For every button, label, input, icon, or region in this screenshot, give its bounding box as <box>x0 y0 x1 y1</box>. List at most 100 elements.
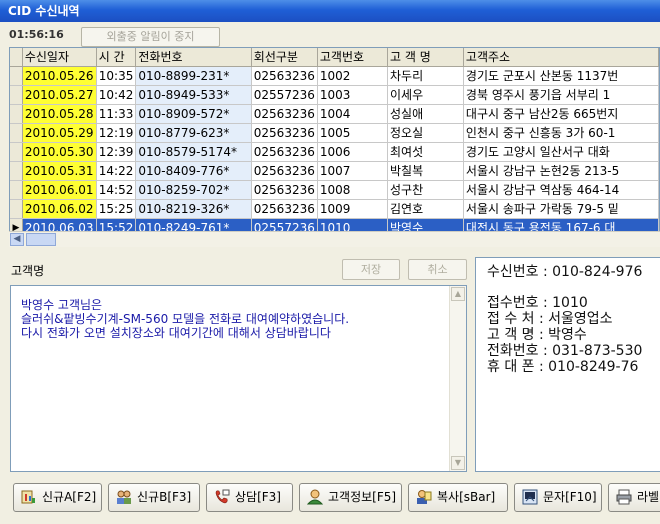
customer-info-button[interactable]: 고객정보[F5] <box>299 483 402 512</box>
cell-phone[interactable]: 010-8579-5174* <box>135 142 252 162</box>
cell-customer-no[interactable]: 1003 <box>317 85 389 105</box>
cell-date[interactable]: 2010.05.30 <box>22 142 97 162</box>
cancel-button[interactable]: 취소 <box>408 259 467 280</box>
table-row[interactable]: 2010.06.01 14:52 010-8259-702* 02563236 1008… <box>10 180 659 200</box>
cell-time[interactable]: 12:19 <box>96 123 137 143</box>
cell-date[interactable]: 2010.05.28 <box>22 104 97 124</box>
cell-customer-name[interactable]: 최여섯 <box>387 142 464 162</box>
copy-button[interactable]: 복사[sBar] <box>408 483 508 512</box>
column-header-time[interactable]: 시 간 <box>96 48 137 67</box>
cell-phone[interactable]: 010-8259-702* <box>135 180 252 200</box>
call-log-grid: 수신일자 시 간 전화번호 회선구분 고객번호 고 객 명 고객주소 2010.… <box>9 47 660 247</box>
cell-phone[interactable]: 010-8949-533* <box>135 85 252 105</box>
cell-customer-name[interactable]: 이세우 <box>387 85 464 105</box>
cell-phone[interactable]: 010-8409-776* <box>135 161 252 181</box>
cell-customer-name[interactable]: 성실애 <box>387 104 464 124</box>
column-header-customer-no[interactable]: 고객번호 <box>317 48 389 67</box>
cell-line[interactable]: 02563236 <box>251 104 318 124</box>
new-a-button[interactable]: 신규A[F2] <box>13 483 102 512</box>
row-indicator[interactable] <box>10 66 23 86</box>
cell-time[interactable]: 14:52 <box>96 180 137 200</box>
sms-button[interactable]: 문자[F10] <box>514 483 602 512</box>
column-header-line[interactable]: 회선구분 <box>251 48 318 67</box>
cell-address[interactable]: 경기도 고양시 일산서구 대화 <box>463 142 659 162</box>
cell-address[interactable]: 서울시 강남구 논현2동 213-5 <box>463 161 659 181</box>
cell-customer-name[interactable]: 정오실 <box>387 123 464 143</box>
cell-address[interactable]: 대구시 중구 남산2동 665번지 <box>463 104 659 124</box>
cell-time[interactable]: 14:22 <box>96 161 137 181</box>
cell-time[interactable]: 11:33 <box>96 104 137 124</box>
column-header-customer-name[interactable]: 고 객 명 <box>387 48 464 67</box>
cell-phone[interactable]: 010-8899-231* <box>135 66 252 86</box>
cell-customer-name[interactable]: 박칠복 <box>387 161 464 181</box>
row-indicator[interactable] <box>10 161 23 181</box>
table-row[interactable]: 2010.05.31 14:22 010-8409-776* 02563236 1007… <box>10 161 659 181</box>
cell-date[interactable]: 2010.05.29 <box>22 123 97 143</box>
table-row[interactable]: 2010.05.28 11:33 010-8909-572* 02563236 1004… <box>10 104 659 124</box>
scroll-left-arrow-icon[interactable]: ◀ <box>10 233 24 246</box>
cell-customer-name[interactable]: 김연호 <box>387 199 464 219</box>
table-row[interactable]: 2010.06.02 15:25 010-8219-326* 02563236 1009… <box>10 199 659 219</box>
label-print-button[interactable]: 라벨 <box>608 483 660 512</box>
memo-text[interactable]: 박영수 고객님은 슬러쉬&팥빙수기계-SM-560 모델을 전화로 대여예약하였… <box>21 298 349 340</box>
cell-time[interactable]: 15:25 <box>96 199 137 219</box>
cell-phone[interactable]: 010-8219-326* <box>135 199 252 219</box>
cell-address[interactable]: 경기도 군포시 산본동 1137번 <box>463 66 659 86</box>
memo-vertical-scrollbar[interactable]: ▲ ▼ <box>449 286 466 471</box>
table-row[interactable]: 2010.05.29 12:19 010-8779-623* 02563236 1005… <box>10 123 659 143</box>
cell-line[interactable]: 02563236 <box>251 199 318 219</box>
cell-date[interactable]: 2010.05.27 <box>22 85 97 105</box>
table-row[interactable]: 2010.05.27 10:42 010-8949-533* 02557236 1003… <box>10 85 659 105</box>
row-indicator[interactable] <box>10 142 23 162</box>
cell-address[interactable]: 서울시 강남구 역삼동 464-14 <box>463 180 659 200</box>
cell-address[interactable]: 인천시 중구 신흥동 3가 60-1 <box>463 123 659 143</box>
row-indicator[interactable] <box>10 199 23 219</box>
cell-date[interactable]: 2010.06.01 <box>22 180 97 200</box>
cell-line[interactable]: 02563236 <box>251 142 318 162</box>
new-b-button[interactable]: 신규B[F3] <box>108 483 200 512</box>
cell-date[interactable]: 2010.06.02 <box>22 199 97 219</box>
consult-button[interactable]: 상담[F3] <box>206 483 293 512</box>
away-alert-stop-button[interactable]: 외출중 알림이 중지 <box>81 27 220 47</box>
cell-address[interactable]: 서울시 송파구 가락동 79-5 밑 <box>463 199 659 219</box>
cell-line[interactable]: 02557236 <box>251 85 318 105</box>
cell-line[interactable]: 02563236 <box>251 66 318 86</box>
cell-line[interactable]: 02563236 <box>251 161 318 181</box>
cell-customer-no[interactable]: 1005 <box>317 123 389 143</box>
new-b-icon <box>117 490 131 504</box>
scroll-thumb[interactable] <box>26 233 56 246</box>
cell-time[interactable]: 10:35 <box>96 66 137 86</box>
cell-customer-no[interactable]: 1009 <box>317 199 389 219</box>
row-indicator[interactable] <box>10 85 23 105</box>
new-a-icon <box>21 490 35 503</box>
table-row[interactable]: 2010.05.26 10:35 010-8899-231* 02563236 1002… <box>10 66 659 86</box>
cell-address[interactable]: 경북 영주시 풍기읍 서부리 1 <box>463 85 659 105</box>
cell-customer-name[interactable]: 성구찬 <box>387 180 464 200</box>
column-header-date[interactable]: 수신일자 <box>22 48 97 67</box>
scroll-up-arrow-icon[interactable]: ▲ <box>451 287 465 301</box>
cell-customer-name[interactable]: 차두리 <box>387 66 464 86</box>
grid-horizontal-scrollbar[interactable]: ◀ <box>9 231 660 247</box>
cell-line[interactable]: 02563236 <box>251 180 318 200</box>
row-indicator[interactable] <box>10 123 23 143</box>
cell-customer-no[interactable]: 1004 <box>317 104 389 124</box>
cell-phone[interactable]: 010-8909-572* <box>135 104 252 124</box>
table-row[interactable]: 2010.05.30 12:39 010-8579-5174* 02563236 100… <box>10 142 659 162</box>
cell-customer-no[interactable]: 1007 <box>317 161 389 181</box>
cell-customer-no[interactable]: 1008 <box>317 180 389 200</box>
scroll-down-arrow-icon[interactable]: ▼ <box>451 456 465 470</box>
cell-line[interactable]: 02563236 <box>251 123 318 143</box>
cell-date[interactable]: 2010.05.31 <box>22 161 97 181</box>
cell-customer-no[interactable]: 1002 <box>317 66 389 86</box>
column-header-address[interactable]: 고객주소 <box>463 48 659 67</box>
memo-textarea[interactable]: 박영수 고객님은 슬러쉬&팥빙수기계-SM-560 모델을 전화로 대여예약하였… <box>10 285 467 472</box>
cell-time[interactable]: 12:39 <box>96 142 137 162</box>
save-button[interactable]: 저장 <box>342 259 400 280</box>
cell-customer-no[interactable]: 1006 <box>317 142 389 162</box>
column-header-phone[interactable]: 전화번호 <box>135 48 252 67</box>
row-indicator[interactable] <box>10 180 23 200</box>
row-indicator[interactable] <box>10 104 23 124</box>
cell-date[interactable]: 2010.05.26 <box>22 66 97 86</box>
cell-time[interactable]: 10:42 <box>96 85 137 105</box>
cell-phone[interactable]: 010-8779-623* <box>135 123 252 143</box>
